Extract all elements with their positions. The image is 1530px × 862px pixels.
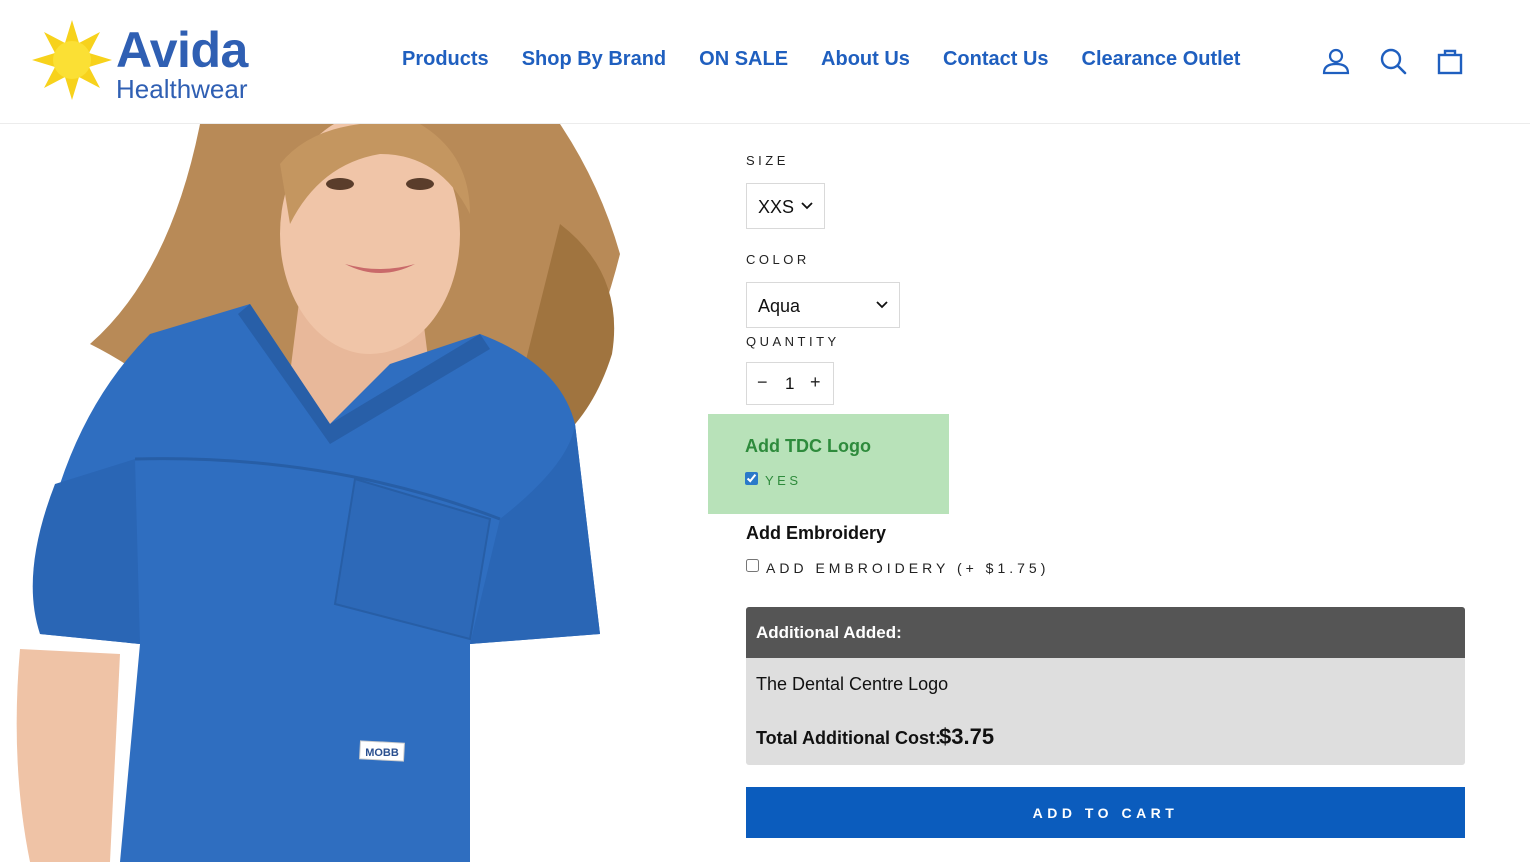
scrub-model-illustration: MOBB xyxy=(16,124,620,862)
embroidery-title: Add Embroidery xyxy=(746,523,887,543)
main-nav: Products Shop By Brand ON SALE About Us … xyxy=(402,48,1240,71)
avida-logo[interactable]: Avida Healthwear xyxy=(32,20,262,104)
nav-about-us[interactable]: About Us xyxy=(821,48,910,71)
garment-tag: MOBB xyxy=(365,747,399,759)
brand-name: Avida xyxy=(116,22,248,78)
color-value: Aqua xyxy=(758,296,801,316)
color-select[interactable]: Aqua xyxy=(746,282,900,328)
additional-heading: Additional Added: xyxy=(756,623,902,642)
tdc-logo-option: Add TDC Logo YES xyxy=(708,414,949,514)
quantity-stepper: − 1 + xyxy=(746,362,834,405)
total-additional-label: Total Additional Cost: xyxy=(756,728,941,748)
tdc-logo-checkbox[interactable] xyxy=(745,472,758,485)
search-icon[interactable] xyxy=(1378,46,1408,76)
cart-bag-icon[interactable] xyxy=(1435,46,1465,76)
nav-clearance-outlet[interactable]: Clearance Outlet xyxy=(1082,48,1241,71)
embroidery-option-label[interactable]: ADD EMBROIDERY (+ $1.75) xyxy=(766,560,1049,576)
quantity-value[interactable]: 1 xyxy=(785,374,794,394)
tdc-logo-title: Add TDC Logo xyxy=(745,436,871,456)
product-image: MOBB xyxy=(0,124,640,862)
size-select[interactable]: XXS xyxy=(746,183,825,229)
quantity-decrease-button[interactable]: − xyxy=(757,372,768,393)
color-label: COLOR xyxy=(746,252,810,267)
quantity-increase-button[interactable]: + xyxy=(810,372,821,393)
nav-shop-by-brand[interactable]: Shop By Brand xyxy=(522,48,666,71)
size-label: SIZE xyxy=(746,153,789,168)
total-additional-value: $3.75 xyxy=(939,724,995,749)
additional-summary-header: Additional Added: xyxy=(746,607,1465,658)
additional-summary: Additional Added: The Dental Centre Logo… xyxy=(746,607,1465,765)
brand-tagline: Healthwear xyxy=(116,74,248,104)
size-value: XXS xyxy=(758,197,795,217)
chevron-down-icon xyxy=(876,301,888,309)
site-header: Avida Healthwear Products Shop By Brand … xyxy=(0,0,1530,124)
account-icon[interactable] xyxy=(1321,46,1351,76)
nav-on-sale[interactable]: ON SALE xyxy=(699,48,788,71)
additional-item: The Dental Centre Logo xyxy=(756,674,949,694)
nav-contact-us[interactable]: Contact Us xyxy=(943,48,1049,71)
add-to-cart-button[interactable]: ADD TO CART xyxy=(746,787,1465,838)
embroidery-checkbox[interactable] xyxy=(746,559,759,572)
sun-logo-icon xyxy=(32,20,112,100)
tdc-logo-yes-label[interactable]: YES xyxy=(765,473,802,488)
nav-products[interactable]: Products xyxy=(402,48,489,71)
chevron-down-icon xyxy=(801,202,813,210)
quantity-label: QUANTITY xyxy=(746,334,840,349)
